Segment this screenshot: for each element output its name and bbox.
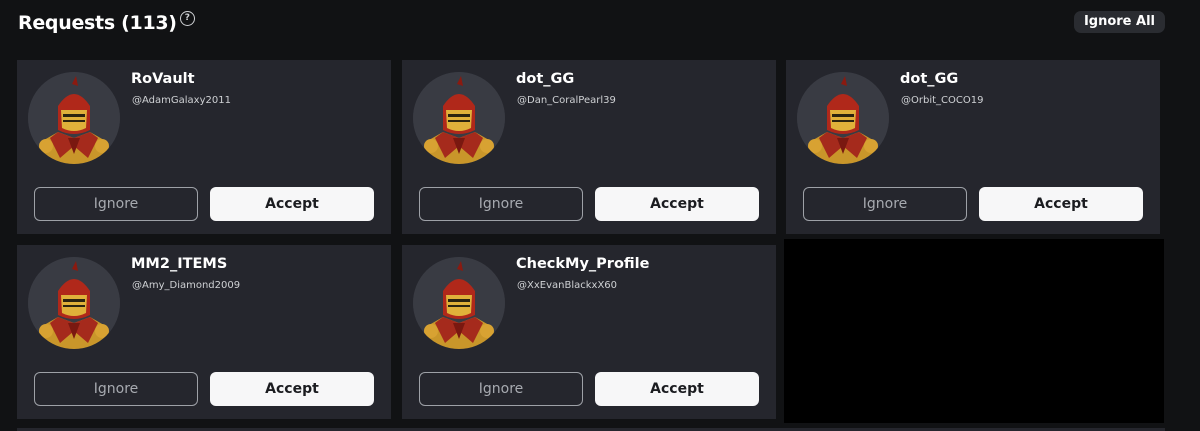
accept-button[interactable]: Accept (595, 372, 759, 406)
accept-button[interactable]: Accept (210, 187, 374, 221)
ignore-all-button[interactable]: Ignore All (1073, 11, 1165, 33)
username-handle: @XxEvanBlackxX60 (517, 280, 618, 291)
knight-avatar-icon[interactable] (28, 72, 120, 164)
display-name[interactable]: RoVault (131, 71, 195, 87)
accept-button[interactable]: Accept (595, 187, 759, 221)
display-name[interactable]: dot_GG (900, 71, 958, 87)
accept-button[interactable]: Accept (979, 187, 1143, 221)
page-title: Requests (113) ? (18, 10, 195, 34)
knight-avatar-icon[interactable] (413, 257, 505, 349)
requests-header: Requests (113) ? Ignore All (18, 10, 1168, 40)
ignore-button[interactable]: Ignore (419, 187, 583, 221)
display-name[interactable]: dot_GG (516, 71, 574, 87)
ignore-button[interactable]: Ignore (34, 187, 198, 221)
accept-button[interactable]: Accept (210, 372, 374, 406)
ignore-button[interactable]: Ignore (34, 372, 198, 406)
knight-avatar-icon[interactable] (413, 72, 505, 164)
request-card: CheckMy_Profile @XxEvanBlackxX60 Ignore … (402, 245, 776, 419)
question-circle-icon[interactable]: ? (179, 10, 195, 26)
page-title-text: Requests (113) (18, 12, 177, 34)
display-name[interactable]: MM2_ITEMS (131, 256, 227, 272)
ignore-button[interactable]: Ignore (803, 187, 967, 221)
empty-card-slot (784, 239, 1164, 423)
request-card: RoVault @AdamGalaxy2011 Ignore Accept (17, 60, 391, 234)
request-card: dot_GG @Dan_CoralPearl39 Ignore Accept (402, 60, 776, 234)
knight-avatar-icon[interactable] (797, 72, 889, 164)
knight-avatar-icon[interactable] (28, 257, 120, 349)
username-handle: @Dan_CoralPearl39 (517, 95, 616, 106)
username-handle: @Amy_Diamond2009 (132, 280, 241, 291)
ignore-button[interactable]: Ignore (419, 372, 583, 406)
username-handle: @Orbit_COCO19 (901, 95, 984, 106)
display-name[interactable]: CheckMy_Profile (516, 256, 649, 272)
username-handle: @AdamGalaxy2011 (132, 95, 231, 106)
request-card: MM2_ITEMS @Amy_Diamond2009 Ignore Accept (17, 245, 391, 419)
request-card: dot_GG @Orbit_COCO19 Ignore Accept (786, 60, 1160, 234)
